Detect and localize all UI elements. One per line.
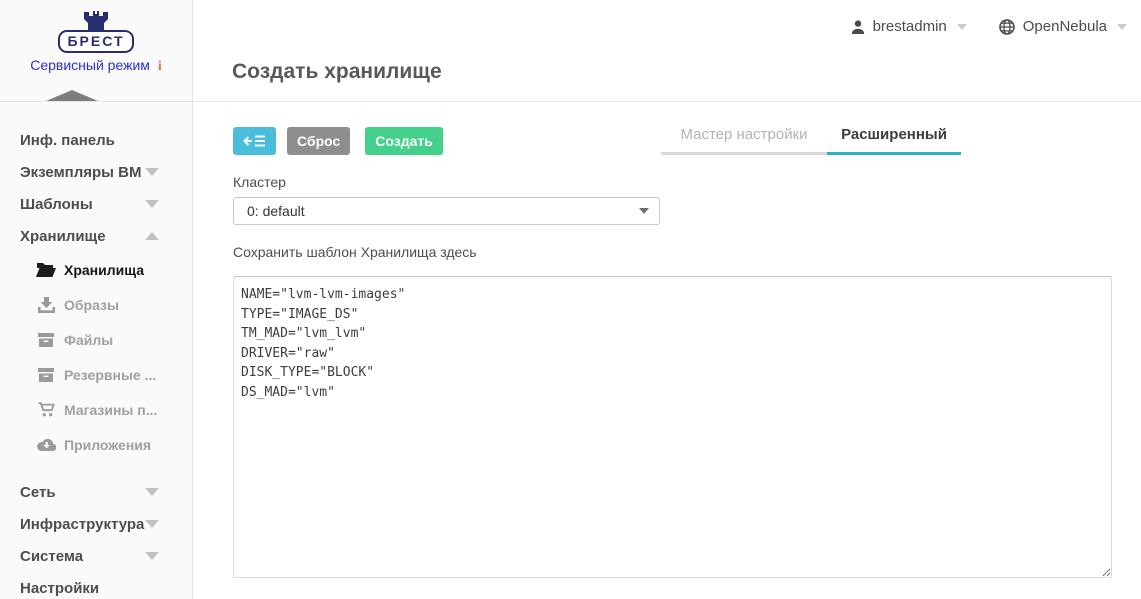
sidebar-item-vm-instances[interactable]: Экземпляры ВМ xyxy=(0,156,192,188)
arrow-left-list-icon xyxy=(243,135,265,147)
reset-button[interactable]: Сброс xyxy=(287,127,351,155)
sidebar-item-label: Экземпляры ВМ xyxy=(20,163,142,181)
sidebar-item-label: Хранилище xyxy=(20,227,106,245)
cluster-select-value: 0: default xyxy=(247,203,305,219)
chevron-down-icon xyxy=(145,200,159,208)
sidebar-item-label: Настройки xyxy=(20,579,100,597)
back-to-list-button[interactable] xyxy=(233,127,276,155)
sidebar-item-label: Сеть xyxy=(20,483,56,501)
sidebar-item-label: Система xyxy=(20,547,84,565)
chevron-down-icon xyxy=(145,488,159,496)
cart-icon xyxy=(35,402,57,417)
tab-advanced[interactable]: Расширенный xyxy=(827,120,961,155)
sidebar-item-system[interactable]: Система xyxy=(0,540,192,572)
create-datastore-form: Сброс Создать Мастер настройки Расширенн… xyxy=(193,102,1141,578)
sidebar-item-label: Приложения xyxy=(64,436,152,453)
sidebar-item-network[interactable]: Сеть xyxy=(0,476,192,508)
zone-menu-label: OpenNebula xyxy=(1022,18,1107,35)
datastore-template-textarea[interactable]: NAME="lvm-lvm-images" TYPE="IMAGE_DS" TM… xyxy=(233,276,1112,578)
sidebar-item-label: Шаблоны xyxy=(20,195,93,213)
main-header: Создать хранилище brestadmin OpenNebula xyxy=(193,0,1141,102)
sidebar-item-label: Магазины п... xyxy=(64,401,158,418)
chevron-down-icon xyxy=(1117,23,1127,30)
person-icon xyxy=(851,19,864,34)
sidebar-item-label: Резервные ... xyxy=(64,366,157,383)
chevron-down-icon xyxy=(145,552,159,560)
cluster-select[interactable]: 0: default xyxy=(233,197,660,225)
sidebar-collapse-toggle[interactable] xyxy=(46,90,98,101)
sidebar-item-dashboard[interactable]: Инф. панель xyxy=(0,124,192,156)
sidebar-item-label: Инфраструктура xyxy=(20,515,145,533)
zone-menu[interactable]: OpenNebula xyxy=(998,18,1127,35)
archive-icon xyxy=(35,332,57,347)
tab-wizard[interactable]: Мастер настройки xyxy=(661,120,827,155)
archive-box-icon xyxy=(35,367,57,382)
cluster-label: Кластер xyxy=(233,174,286,190)
sidebar-item-label: Инф. панель xyxy=(20,131,115,149)
page-title: Создать хранилище xyxy=(232,60,442,83)
sidebar-item-label: Файлы xyxy=(64,331,114,348)
sidebar-item-storage[interactable]: Хранилище xyxy=(0,220,192,252)
sidebar-item-backups[interactable]: Резервные ... xyxy=(0,357,192,392)
cloud-download-icon xyxy=(35,438,57,451)
chevron-down-icon xyxy=(956,23,967,30)
chevron-down-icon xyxy=(639,208,649,214)
globe-icon xyxy=(998,18,1015,35)
brest-logo[interactable]: БРЕСТ xyxy=(58,10,134,53)
sidebar-item-marketplaces[interactable]: Магазины п... xyxy=(0,392,192,427)
user-menu-label: brestadmin xyxy=(872,18,947,35)
brest-logo-label: БРЕСТ xyxy=(58,30,134,53)
download-icon xyxy=(35,296,57,313)
chevron-down-icon xyxy=(145,520,159,528)
folder-open-icon xyxy=(35,262,57,277)
service-mode-link[interactable]: Сервисный режим xyxy=(30,57,150,73)
info-icon[interactable]: i xyxy=(158,59,162,74)
toolbar: Сброс Создать Мастер настройки Расширенн… xyxy=(233,120,1113,155)
sidebar-nav: Инф. панель Экземпляры ВМ Шаблоны Хранил… xyxy=(0,102,192,599)
chevron-up-icon xyxy=(145,232,159,240)
castle-icon xyxy=(84,11,108,31)
sidebar-item-files[interactable]: Файлы xyxy=(0,322,192,357)
create-button[interactable]: Создать xyxy=(365,127,443,155)
sidebar-item-datastores[interactable]: Хранилища xyxy=(0,252,192,287)
logo-area: БРЕСТ Сервисный режим i xyxy=(0,0,192,102)
app-window: БРЕСТ Сервисный режим i Инф. панель Экзем… xyxy=(0,0,1141,599)
main-area: Создать хранилище brestadmin OpenNebula xyxy=(193,0,1141,599)
sidebar-item-templates[interactable]: Шаблоны xyxy=(0,188,192,220)
sidebar: БРЕСТ Сервисный режим i Инф. панель Экзем… xyxy=(0,0,193,599)
sidebar-item-label: Хранилища xyxy=(64,261,145,278)
form-mode-tabs: Мастер настройки Расширенный xyxy=(661,120,961,155)
topnav: brestadmin OpenNebula xyxy=(851,18,1127,35)
sidebar-item-settings[interactable]: Настройки xyxy=(0,572,192,599)
sidebar-item-apps[interactable]: Приложения xyxy=(0,427,192,462)
template-label: Сохранить шаблон Хранилища здесь xyxy=(233,244,477,260)
sidebar-item-images[interactable]: Образы xyxy=(0,287,192,322)
chevron-down-icon xyxy=(145,168,159,176)
sidebar-item-infrastructure[interactable]: Инфраструктура xyxy=(0,508,192,540)
user-menu[interactable]: brestadmin xyxy=(851,18,967,35)
sidebar-item-label: Образы xyxy=(64,296,119,313)
